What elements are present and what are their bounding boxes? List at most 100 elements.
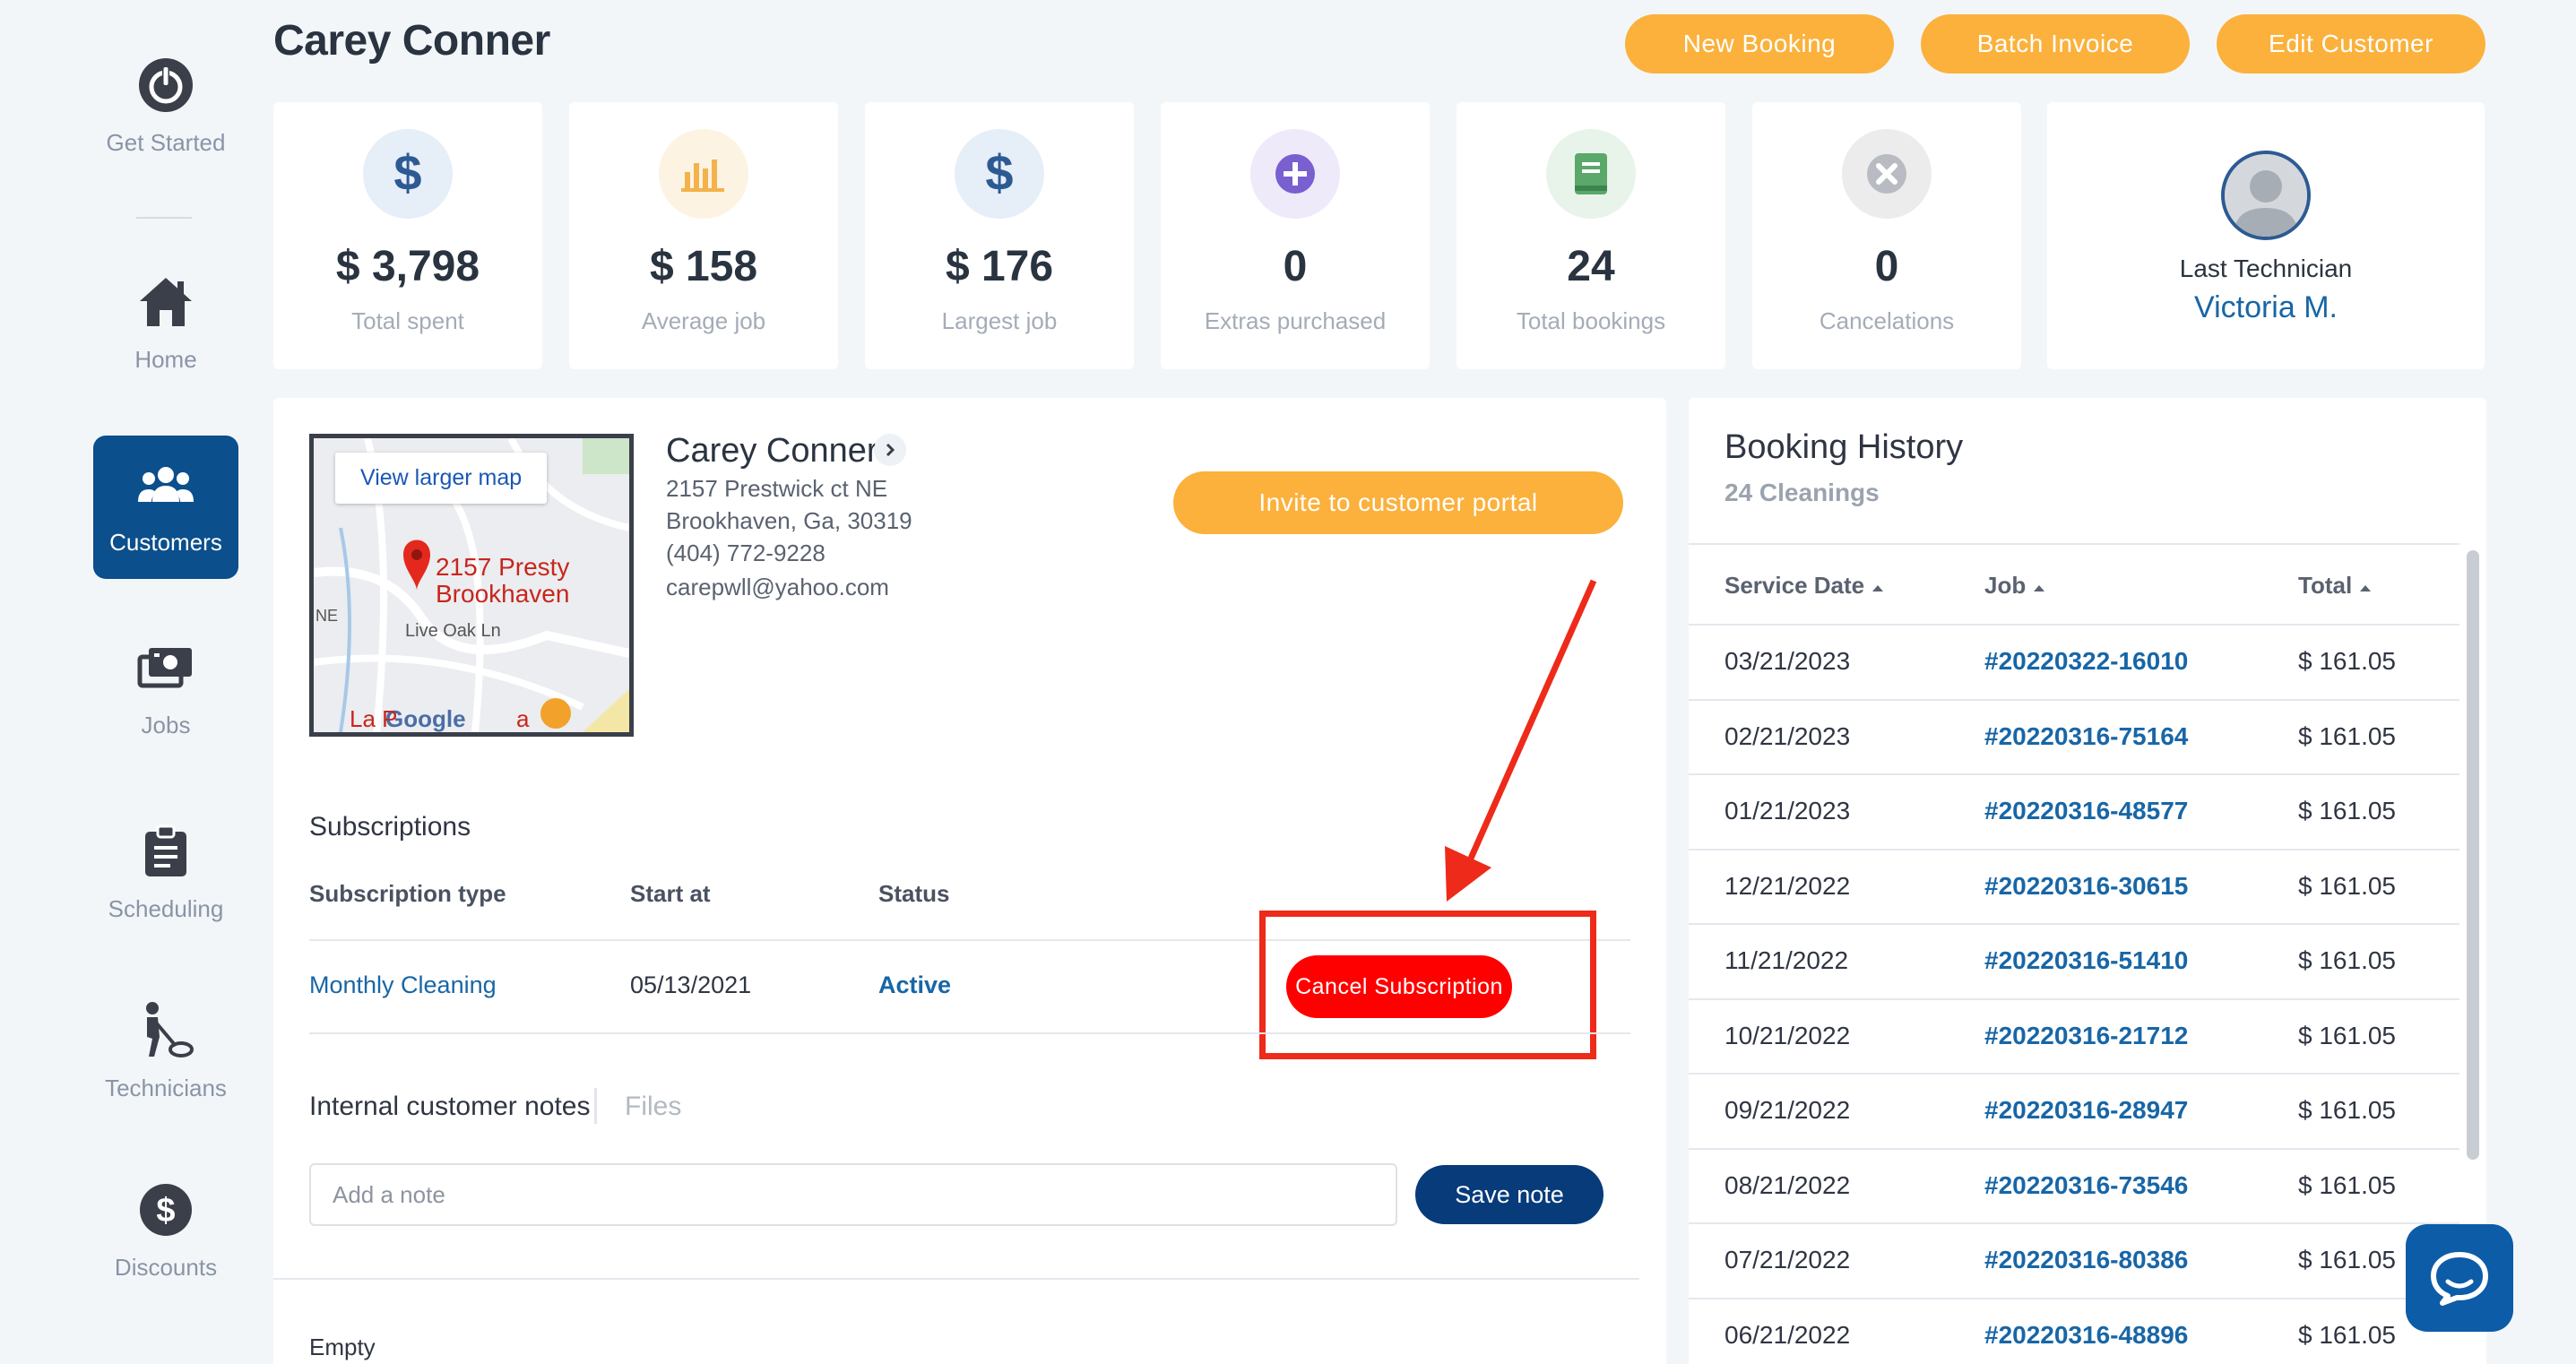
sidebar-item-label: Discounts [114,1254,218,1281]
sidebar-item-label: Home [134,346,197,373]
scrollbar[interactable] [2467,550,2479,1160]
dollar-icon: $ [363,129,453,219]
map-pin-label-2: Brookhaven [436,580,570,608]
chat-button[interactable] [2406,1224,2513,1332]
row-job-link[interactable]: #20220316-75164 [1984,722,2188,751]
booking-history-panel: Booking History 24 Cleanings Service Dat… [1689,398,2486,1364]
stat-value: $ 176 [945,243,1054,290]
dollar-circle-icon: $ [134,1178,197,1241]
sidebar-item-scheduling[interactable]: Scheduling [93,802,238,945]
invite-customer-portal-button[interactable]: Invite to customer portal [1173,471,1623,534]
tab-internal-notes[interactable]: Internal customer notes [309,1092,591,1122]
customer-address-2: Brookhaven, Ga, 30319 [666,507,912,534]
row-date: 03/21/2023 [1725,647,1851,675]
stat-total-spent: $ $ 3,798 Total spent [273,102,542,369]
stat-value: 0 [1283,243,1308,290]
stat-value: 24 [1567,243,1615,290]
row-job-link[interactable]: #20220316-21712 [1984,1022,2188,1050]
sort-up-icon [2034,585,2045,591]
subscription-type-link[interactable]: Monthly Cleaning [309,971,497,999]
power-icon [134,54,197,117]
row-job-link[interactable]: #20220316-48896 [1984,1321,2188,1350]
row-job-link[interactable]: #20220316-73546 [1984,1171,2188,1200]
subscription-status: Active [878,971,952,998]
sort-total[interactable]: Total [2298,572,2373,600]
sidebar-item-label: Jobs [141,712,191,738]
svg-text:$: $ [393,147,421,201]
svg-text:$: $ [985,147,1013,201]
stat-label: Extras purchased [1204,307,1387,334]
divider [273,1278,1639,1280]
table-row: 06/21/2022 #20220316-48896 $ 161.05 [1689,1299,2459,1364]
row-date: 09/21/2022 [1725,1096,1851,1124]
last-technician-name[interactable]: Victoria M. [2194,290,2338,325]
sidebar-item-get-started[interactable]: Get Started [93,36,238,179]
stat-label: Cancelations [1819,307,1955,334]
sidebar-item-home[interactable]: Home [93,253,238,396]
bar-chart-icon [659,129,748,219]
row-job-link[interactable]: #20220316-28947 [1984,1096,2188,1125]
row-total: $ 161.05 [2298,946,2396,974]
row-job-link[interactable]: #20220316-80386 [1984,1246,2188,1274]
table-row: 10/21/2022 #20220316-21712 $ 161.05 [1689,1000,2459,1075]
table-row: 07/21/2022 #20220316-80386 $ 161.05 [1689,1224,2459,1299]
table-row: 01/21/2023 #20220316-48577 $ 161.05 [1689,775,2459,850]
last-technician-label: Last Technician [2179,255,2353,282]
home-icon [134,271,197,333]
stat-label: Average job [641,307,766,334]
subscription-start-date: 05/13/2021 [630,971,752,998]
row-job-link[interactable]: #20220316-30615 [1984,872,2188,901]
sidebar-item-customers[interactable]: Customers [93,436,238,579]
row-job-link[interactable]: #20220322-16010 [1984,647,2188,676]
row-job-link[interactable]: #20220316-51410 [1984,946,2188,975]
batch-invoice-button[interactable]: Batch Invoice [1921,14,2190,73]
new-booking-button[interactable]: New Booking [1625,14,1894,73]
edit-customer-button[interactable]: Edit Customer [2217,14,2485,73]
column-header-label: Total [2298,572,2353,599]
tab-files[interactable]: Files [625,1092,681,1122]
row-total: $ 161.05 [2298,871,2396,900]
row-date: 01/21/2023 [1725,797,1851,824]
row-total: $ 161.05 [2298,1021,2396,1049]
row-date: 08/21/2022 [1725,1170,1851,1199]
customer-address-1: 2157 Prestwick ct NE [666,475,888,502]
column-header: Subscription type [309,880,506,907]
divider [309,1032,1630,1034]
row-job-link[interactable]: #20220316-48577 [1984,797,2188,825]
customer-phone: (404) 772-9228 [666,540,826,566]
column-header-label: Job [1984,572,2027,599]
chevron-right-icon[interactable] [874,434,906,466]
tab-separator [594,1088,597,1124]
table-row: 12/21/2022 #20220316-30615 $ 161.05 [1689,850,2459,925]
vacuum-person-icon [134,999,197,1062]
dollar-icon: $ [955,129,1044,219]
booking-history-title: Booking History [1725,428,1964,466]
money-stack-icon [134,636,197,699]
column-header: Start at [630,880,711,907]
column-header-label: Service Date [1725,572,1865,599]
view-larger-map-link[interactable]: View larger map [335,453,548,504]
row-date: 10/21/2022 [1725,1021,1851,1049]
chat-bubble-icon [2431,1252,2488,1306]
avatar [2221,151,2311,240]
row-total: $ 161.05 [2298,647,2396,675]
sidebar-item-discounts[interactable]: $ Discounts [93,1161,238,1304]
sidebar-item-technicians[interactable]: Technicians [93,981,238,1125]
row-total: $ 161.05 [2298,1246,2396,1273]
customer-email: carepwll@yahoo.com [666,574,889,600]
table-row: 09/21/2022 #20220316-28947 $ 161.05 [1689,1075,2459,1150]
sidebar-item-jobs[interactable]: Jobs [93,618,238,762]
customer-panel: View larger map 2157 Presty Brookhaven L… [273,398,1666,1364]
row-total: $ 161.05 [2298,1320,2396,1349]
sort-service-date[interactable]: Service Date [1725,572,1885,600]
sort-job[interactable]: Job [1984,572,2046,600]
customer-map[interactable]: View larger map 2157 Presty Brookhaven L… [309,434,634,737]
row-date: 06/21/2022 [1725,1320,1851,1349]
map-place-label: La P [350,705,398,732]
save-note-button[interactable]: Save note [1415,1165,1604,1224]
row-total: $ 161.05 [2298,797,2396,824]
sort-up-icon [2360,585,2372,591]
customer-name: Carey Conner [666,432,878,470]
add-note-input[interactable] [309,1163,1397,1226]
book-icon [1546,129,1636,219]
